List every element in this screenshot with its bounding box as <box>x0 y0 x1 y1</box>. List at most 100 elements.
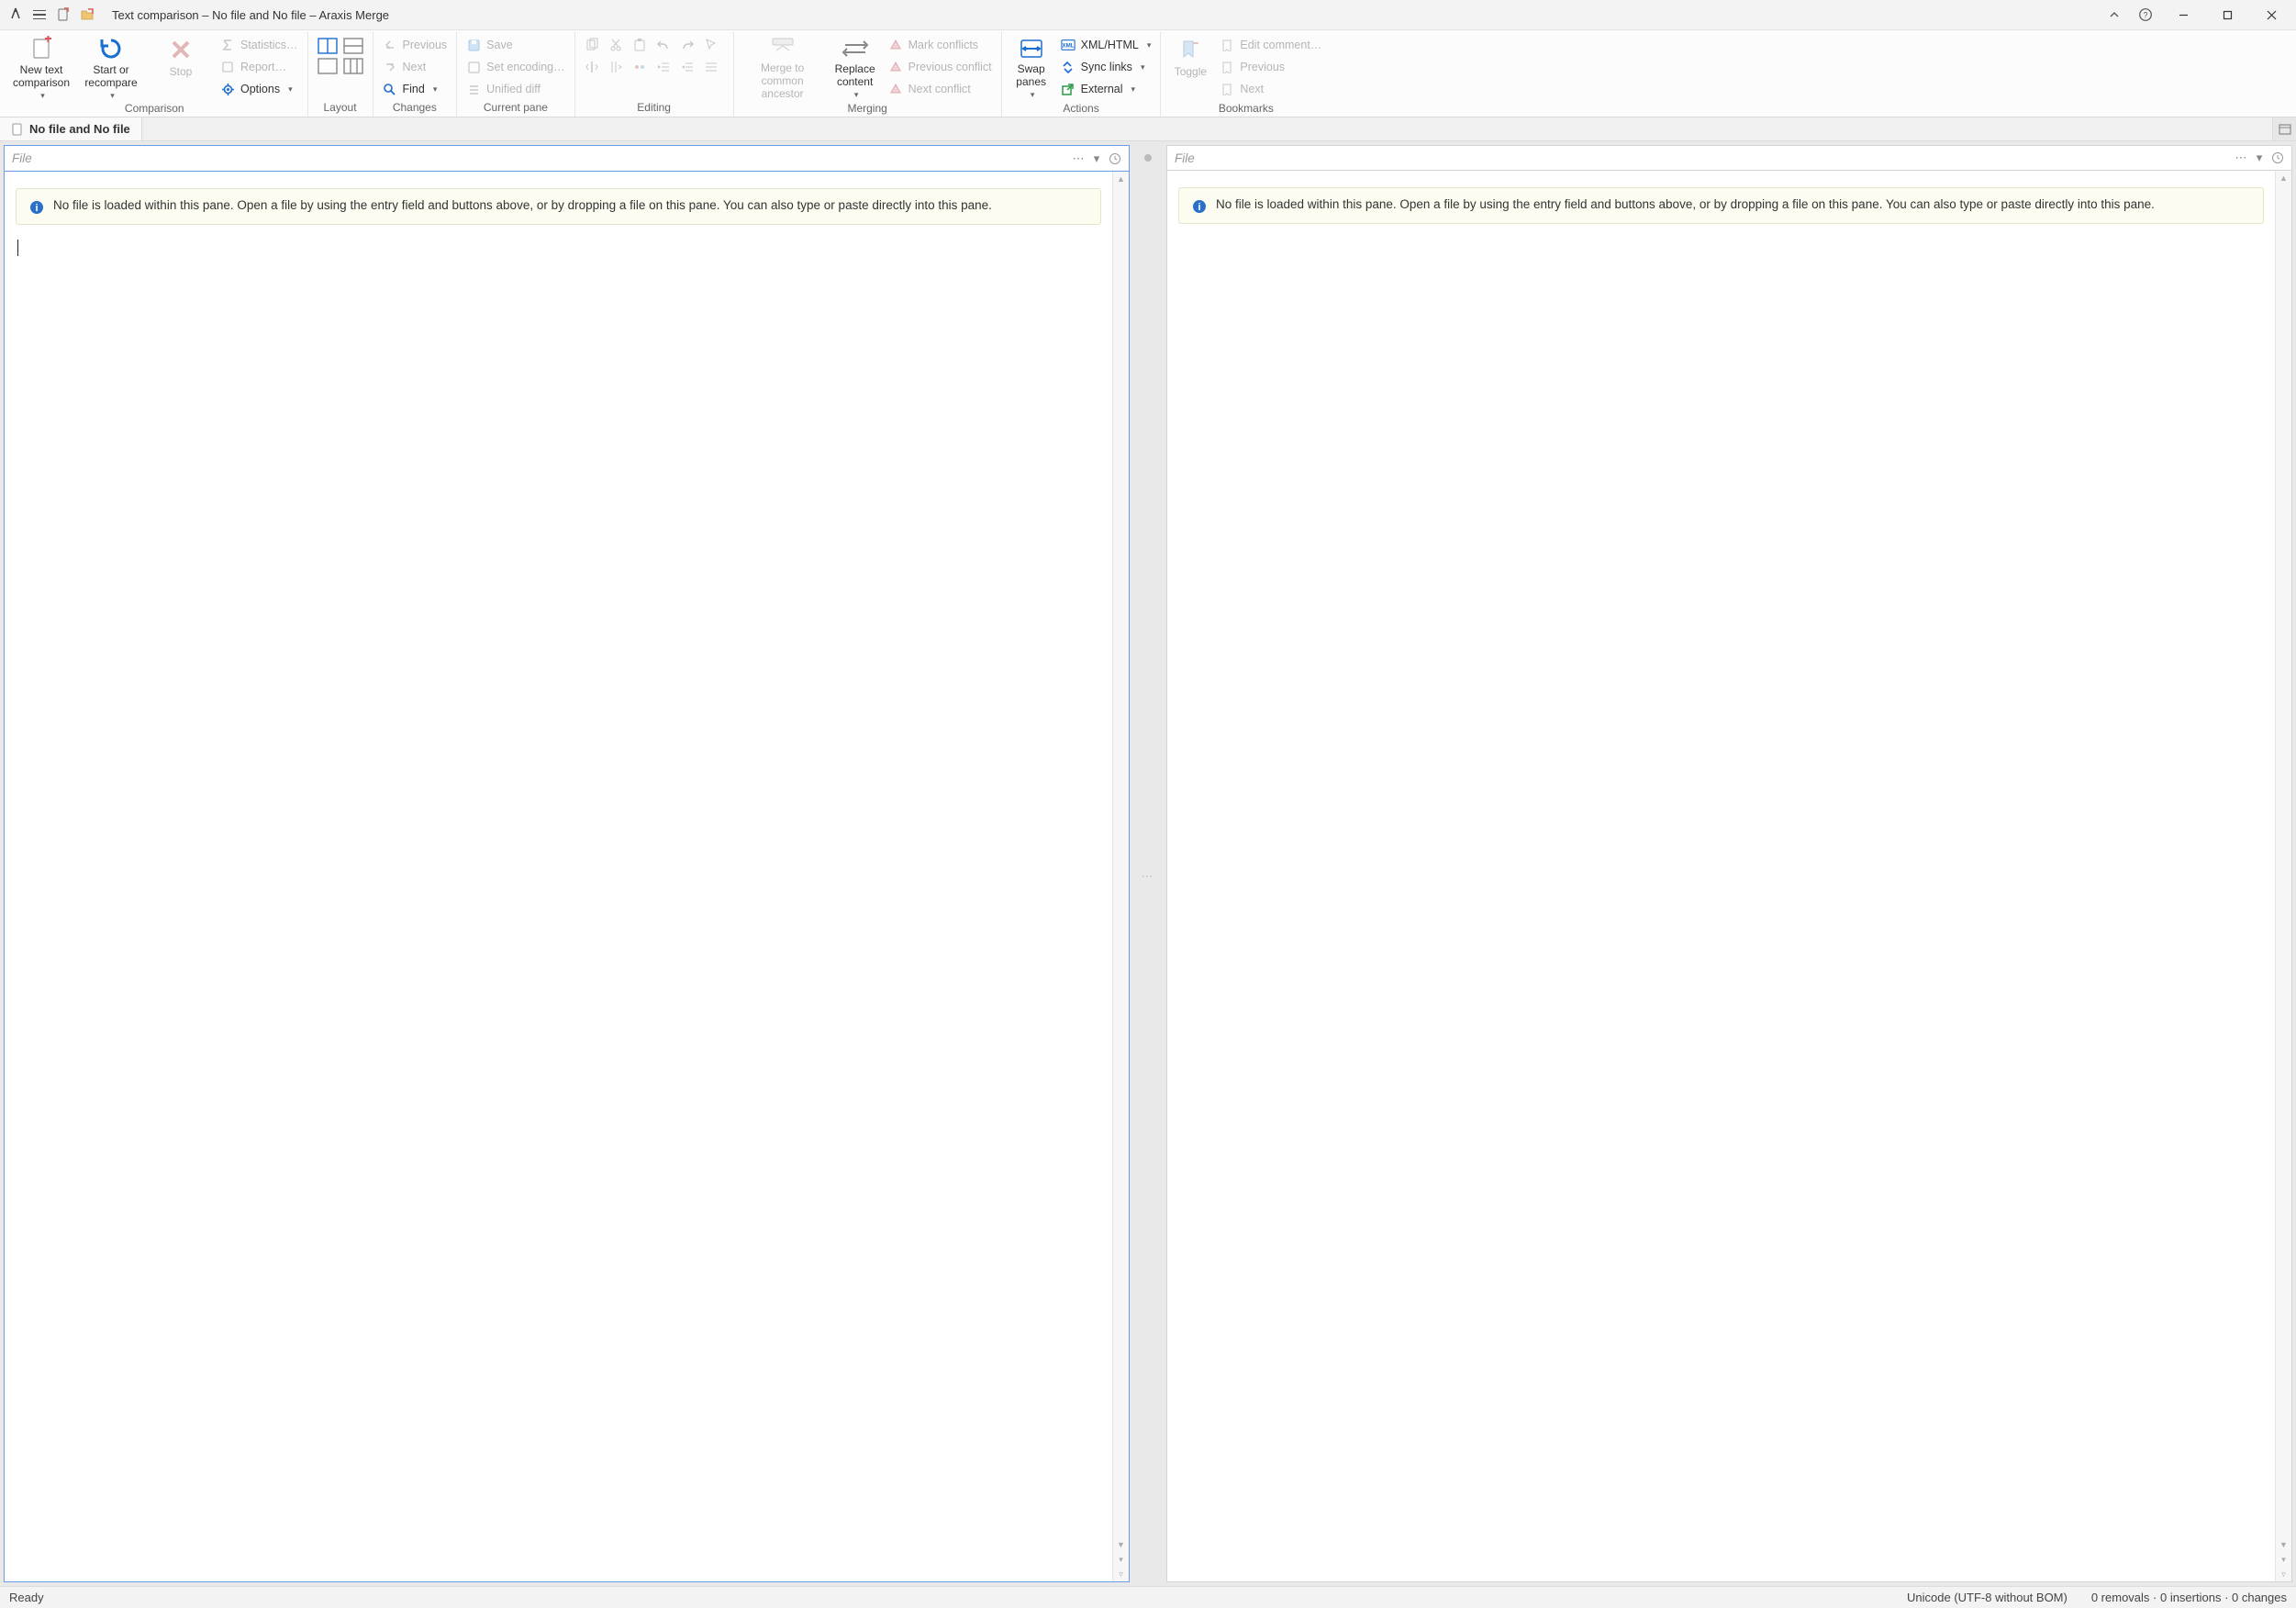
next-icon <box>383 60 397 74</box>
new-text-comparison-button[interactable]: New text comparison <box>7 34 75 100</box>
scroll-end2-icon[interactable]: ▿ <box>2276 1567 2291 1581</box>
edit-tool2-icon <box>607 58 625 76</box>
ribbon-group-bookmarks: Toggle Edit comment… Previous Next Bookm… <box>1161 32 1331 117</box>
comment-icon <box>1220 38 1234 52</box>
pane-splitter[interactable]: ⋯ <box>1130 145 1166 1582</box>
options-button[interactable]: Options <box>217 79 302 99</box>
replace-content-icon <box>840 36 871 61</box>
group-label-current-pane: Current pane <box>463 99 568 117</box>
text-cursor <box>17 240 18 256</box>
close-button[interactable] <box>2250 0 2292 29</box>
info-icon: i <box>29 200 44 215</box>
start-recompare-button[interactable]: Start or recompare <box>77 34 145 100</box>
ribbon-group-actions: Swap panes XML XML/HTML Sync links Exter… <box>1002 32 1162 117</box>
layout-horizontal-icon[interactable] <box>343 38 363 54</box>
left-info-text: No file is loaded within this pane. Open… <box>53 198 992 215</box>
right-pane: ⋯ ▾ i No file is loaded within this pane… <box>1166 145 2292 1582</box>
external-button[interactable]: External <box>1057 79 1155 99</box>
maximize-button[interactable] <box>2206 0 2248 29</box>
swap-icon <box>1016 36 1047 61</box>
previous-change-button: Previous <box>379 35 451 55</box>
ribbon-group-current-pane: Save Set encoding… Unified diff Current … <box>457 32 574 117</box>
report-button: Report… <box>217 57 302 77</box>
left-editor[interactable]: i No file is loaded within this pane. Op… <box>4 171 1130 1582</box>
diff-icon <box>466 82 481 96</box>
svg-text:i: i <box>35 203 38 214</box>
status-changes: 0 removals · 0 insertions · 0 changes <box>2091 1591 2287 1604</box>
comparison-workspace: ⋯ ▾ i No file is loaded within this pane… <box>0 141 2296 1586</box>
next-conflict-icon <box>888 82 903 96</box>
indent-icon <box>654 58 673 76</box>
dropdown-icon[interactable]: ▾ <box>1088 151 1105 167</box>
left-info-banner: i No file is loaded within this pane. Op… <box>16 188 1101 225</box>
document-tab[interactable]: No file and No file <box>0 117 142 140</box>
history-icon[interactable] <box>1107 151 1123 167</box>
scroll-up-icon[interactable]: ▲ <box>1113 172 1129 186</box>
ribbon-group-comparison: New text comparison Start or recompare S… <box>2 32 308 117</box>
ribbon-group-editing: Editing <box>575 32 734 117</box>
xml-html-button[interactable]: XML XML/HTML <box>1057 35 1155 55</box>
bookmark-next-icon <box>1220 82 1234 96</box>
group-label-merging: Merging <box>740 100 996 117</box>
document-icon <box>11 123 24 136</box>
scroll-down-icon[interactable]: ▼ <box>1113 1537 1129 1552</box>
splitter-grip-icon[interactable]: ⋯ <box>1142 869 1155 884</box>
layout-single-icon[interactable] <box>318 58 338 74</box>
status-encoding: Unicode (UTF-8 without BOM) <box>1907 1591 2068 1604</box>
document-tab-strip: No file and No file <box>0 117 2296 141</box>
replace-content-button[interactable]: Replace content <box>828 34 883 100</box>
undo-icon <box>654 36 673 54</box>
app-icon[interactable] <box>7 6 24 23</box>
ribbon-collapse-icon[interactable] <box>2100 0 2129 29</box>
left-scroll-gutter[interactable]: ▲ ▼ ▾ ▿ <box>1112 172 1129 1581</box>
group-label-bookmarks: Bookmarks <box>1166 100 1325 117</box>
tab-overflow-icon[interactable] <box>2272 117 2296 140</box>
group-label-actions: Actions <box>1008 100 1155 117</box>
open-file-icon[interactable] <box>79 6 95 23</box>
scroll-end1-icon[interactable]: ▾ <box>1113 1552 1129 1567</box>
find-button[interactable]: Find <box>379 79 451 99</box>
save-button: Save <box>463 35 568 55</box>
right-editor[interactable]: i No file is loaded within this pane. Op… <box>1166 171 2292 1582</box>
xml-icon: XML <box>1061 38 1076 52</box>
right-info-banner: i No file is loaded within this pane. Op… <box>1178 187 2264 224</box>
scroll-end1-icon[interactable]: ▾ <box>2276 1552 2291 1567</box>
layout-vertical-icon[interactable] <box>318 38 338 54</box>
scroll-up-icon[interactable]: ▲ <box>2276 171 2291 185</box>
document-tab-title: No file and No file <box>29 122 130 136</box>
group-label-layout: Layout <box>314 99 367 117</box>
copy-icon <box>583 36 601 54</box>
outdent-icon <box>678 58 697 76</box>
bookmark-next-button: Next <box>1216 79 1325 99</box>
layout-three-icon[interactable] <box>343 58 363 74</box>
ribbon-group-merging: Merge to common ancestor Replace content… <box>734 32 1002 117</box>
browse-icon[interactable]: ⋯ <box>2233 150 2249 166</box>
dropdown-icon[interactable]: ▾ <box>2251 150 2268 166</box>
left-file-header: ⋯ ▾ <box>4 145 1130 171</box>
history-icon[interactable] <box>2269 150 2286 166</box>
edit-comment-button: Edit comment… <box>1216 35 1325 55</box>
stop-icon <box>165 36 196 63</box>
status-ready: Ready <box>9 1591 44 1604</box>
sync-links-button[interactable]: Sync links <box>1057 57 1155 77</box>
minimize-button[interactable] <box>2162 0 2204 29</box>
status-bar: Ready Unicode (UTF-8 without BOM) 0 remo… <box>0 1586 2296 1608</box>
unified-diff-button: Unified diff <box>463 79 568 99</box>
next-conflict-button: Next conflict <box>885 79 996 99</box>
right-file-input[interactable] <box>1167 151 2227 165</box>
refresh-icon <box>95 36 127 61</box>
left-file-input[interactable] <box>5 151 1064 165</box>
scroll-down-icon[interactable]: ▼ <box>2276 1537 2291 1552</box>
cut-icon <box>607 36 625 54</box>
scroll-end2-icon[interactable]: ▿ <box>1113 1567 1129 1581</box>
quick-access-menu-icon[interactable] <box>31 6 48 23</box>
swap-panes-button[interactable]: Swap panes <box>1008 34 1055 100</box>
browse-icon[interactable]: ⋯ <box>1070 151 1087 167</box>
right-scroll-gutter[interactable]: ▲ ▼ ▾ ▿ <box>2275 171 2291 1581</box>
window-title: Text comparison – No file and No file – … <box>112 8 389 22</box>
ribbon: New text comparison Start or recompare S… <box>0 29 2296 117</box>
right-info-text: No file is loaded within this pane. Open… <box>1216 197 2155 214</box>
help-icon[interactable]: ? <box>2131 0 2160 29</box>
title-bar: Text comparison – No file and No file – … <box>0 0 2296 29</box>
new-file-icon[interactable] <box>55 6 72 23</box>
